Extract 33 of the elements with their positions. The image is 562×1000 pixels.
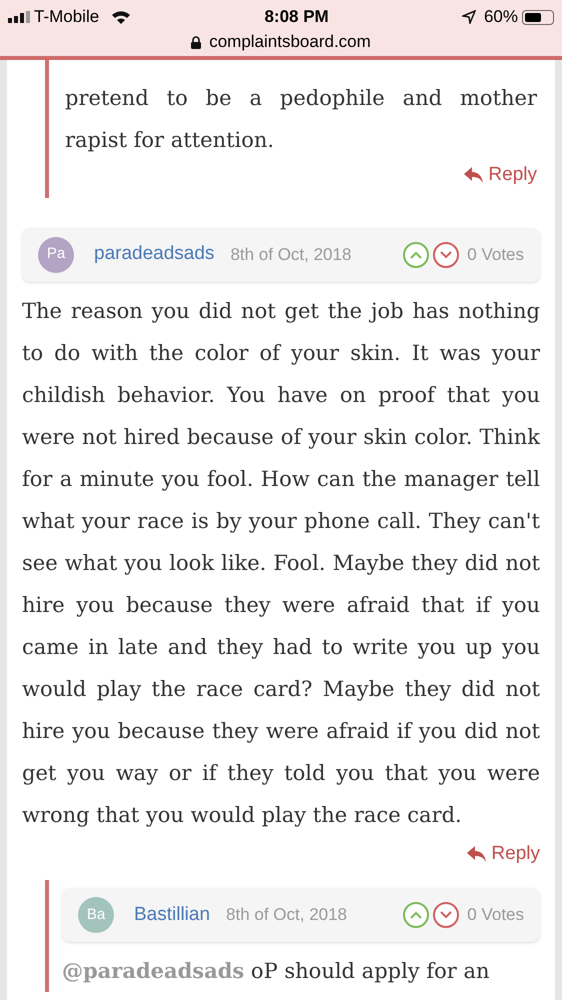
lock-icon bbox=[191, 36, 202, 48]
chevron-up-icon bbox=[410, 911, 422, 919]
signal-icon bbox=[8, 11, 30, 23]
reply-arrow-icon bbox=[464, 167, 484, 184]
reply-link[interactable]: Reply bbox=[467, 840, 540, 868]
location-arrow-icon bbox=[462, 10, 476, 24]
chevron-up-icon bbox=[410, 250, 422, 258]
chevron-down-icon bbox=[440, 911, 452, 919]
comment-text: @paradeadsads oP should apply for an bbox=[62, 957, 491, 985]
vote-count: 0 Votes bbox=[467, 244, 524, 266]
avatar: Pa bbox=[38, 236, 74, 272]
url-text[interactable]: complaintsboard.com bbox=[209, 29, 371, 55]
chevron-down-icon bbox=[440, 250, 452, 258]
upvote-button[interactable] bbox=[403, 902, 430, 928]
author-name[interactable]: Bastillian bbox=[134, 900, 210, 930]
battery-icon bbox=[522, 10, 554, 24]
wifi-icon bbox=[111, 10, 132, 24]
author-name[interactable]: paradeadsads bbox=[94, 240, 214, 269]
comment-text: The reason you did not get the job has nothing to do with the color of your skin. It was your childish behavior. You have on proof that you were not hired because of your skin color. Think for a minute you fool. How can the manager tell what your race is by your phone call. They can't see what you look like. Fool. Maybe they did not hire you because they were afraid that if you came in late and they had to write you up you would play the race card? Maybe they did not hire you because they were afraid if you did not get you way or if they told you that you were wrong that you would play the race card. bbox=[22, 298, 540, 829]
upvote-button[interactable] bbox=[403, 242, 430, 268]
carrier-name: T-Mobile bbox=[34, 6, 100, 28]
reply-arrow-icon bbox=[467, 846, 488, 862]
reply-link[interactable]: Reply bbox=[464, 161, 537, 190]
comment-date: 8th of Oct, 2018 bbox=[226, 904, 348, 926]
comment-date: 8th of Oct, 2018 bbox=[230, 244, 352, 266]
downvote-button[interactable] bbox=[433, 902, 460, 928]
avatar: Ba bbox=[78, 897, 114, 933]
vote-count: 0 Votes bbox=[467, 904, 524, 926]
battery-percent: 60% bbox=[484, 6, 518, 28]
mention-link[interactable]: @paradeadsads bbox=[62, 958, 244, 983]
clock-time: 8:08 PM bbox=[264, 6, 329, 28]
downvote-button[interactable] bbox=[433, 242, 460, 268]
comment-text: pretend to be a pedophile and mother rapist for attention. bbox=[65, 85, 537, 154]
